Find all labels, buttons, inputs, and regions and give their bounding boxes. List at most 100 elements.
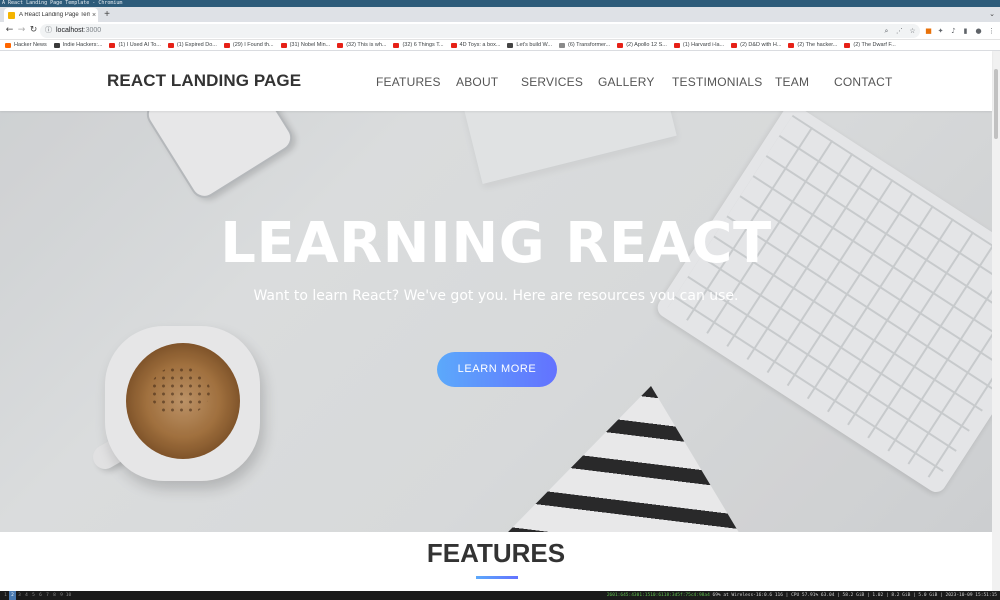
nav-link-features[interactable]: FEATURES	[376, 75, 441, 89]
bookmark-label: Let's build W...	[516, 42, 553, 48]
bookmark-yt-icon	[450, 42, 457, 48]
bookmark-yt-icon	[844, 42, 851, 48]
bookmark-label: (1) I Used AI To...	[118, 42, 161, 48]
bookmark-item[interactable]: (2) The Dwarf F...	[844, 42, 896, 48]
bookmark-item[interactable]: (32) 6 Things T...	[393, 42, 444, 48]
reload-icon[interactable]: ↻	[28, 25, 39, 36]
system-status: 2601:645:4301:1510:6118:3d5f:75c4:98a4 6…	[607, 591, 997, 600]
bookmark-item[interactable]: Indie Hackers:...	[53, 42, 103, 48]
workspace-3[interactable]: 3	[16, 591, 23, 600]
url-host: localhost	[56, 27, 84, 34]
bookmark-label: 4D Toys: a box...	[459, 42, 501, 48]
workspace-10[interactable]: 10	[65, 591, 72, 600]
bookmark-label: (2) The hacker...	[797, 42, 838, 48]
bookmark-label: (32) 6 Things T...	[402, 42, 444, 48]
tab-search-icon[interactable]: ⌄	[988, 10, 996, 18]
hero-section: LEARNING REACT Want to learn React? We'v…	[0, 111, 992, 532]
web-page: REACT LANDING PAGE FEATURES ABOUT SERVIC…	[0, 51, 1000, 591]
bookmark-item[interactable]: (32) This is wh...	[337, 42, 386, 48]
bookmark-gh-icon	[507, 42, 514, 48]
bookmark-label: Indie Hackers:...	[62, 42, 103, 48]
extensions-puzzle-icon[interactable]: ✦	[936, 26, 945, 36]
profile-icon[interactable]: ●	[974, 26, 983, 36]
bookmark-yt-icon	[788, 42, 795, 48]
bookmark-gen-icon	[559, 42, 566, 48]
window-title: A React Landing Page Template - Chromium	[2, 0, 123, 6]
workspace-4[interactable]: 4	[23, 591, 30, 600]
scrollbar-thumb[interactable]	[994, 69, 998, 139]
bookmark-label: (32) This is wh...	[346, 42, 387, 48]
share-icon[interactable]: ⋰	[895, 26, 904, 36]
bookmarks-bar: Hacker News Indie Hackers:... (1) I Used A…	[0, 40, 1000, 51]
bookmark-item[interactable]: (1) I Used AI To...	[109, 42, 161, 48]
workspace-5[interactable]: 5	[30, 591, 37, 600]
bookmark-hn-icon	[5, 42, 11, 48]
nav-link-gallery[interactable]: GALLERY	[598, 75, 655, 89]
bookmark-yt-icon	[109, 42, 116, 48]
workspace-switcher: 1 2 3 4 5 6 7 8 9 10	[2, 591, 72, 600]
page-scrollbar[interactable]	[992, 51, 1000, 591]
bookmark-item[interactable]: (2) D&D with H...	[731, 42, 781, 48]
bookmark-item[interactable]: 4D Toys: a box...	[450, 42, 501, 48]
nav-link-services[interactable]: SERVICES	[521, 75, 583, 89]
bookmark-label: Hacker News	[14, 42, 47, 48]
hero-subtitle: Want to learn React? We've got you. Here…	[253, 288, 739, 304]
bookmark-yt-icon	[167, 42, 174, 48]
bookmark-yt-icon	[731, 42, 738, 48]
browser-toolbar: ← → ↻ ⓘ localhost:3000 ⌕ ⋰ ☆ ■ ✦ ♪ ▮ ● ⋮	[0, 22, 1000, 40]
new-tab-button[interactable]: +	[102, 8, 112, 21]
bookmark-yt-icon	[617, 42, 624, 48]
bookmark-label: (2) D&D with H...	[740, 42, 782, 48]
bookmark-label: (1) Harvard i-la...	[682, 42, 725, 48]
workspace-2[interactable]: 2	[9, 591, 16, 600]
site-info-icon[interactable]: ⓘ	[45, 24, 52, 38]
bookmark-label: (2) Apollo 12 S...	[626, 42, 667, 48]
bookmark-yt-icon	[673, 42, 680, 48]
tab-title: A React Landing Page Tem	[19, 12, 90, 18]
status-ip: 2601:645:4301:1510:6118:3d5f:75c4:98a4	[606, 593, 710, 598]
media-icon[interactable]: ♪	[949, 26, 958, 36]
side-panel-icon[interactable]: ▮	[961, 26, 970, 36]
bookmark-yt-icon	[337, 42, 344, 48]
workspace-7[interactable]: 7	[44, 591, 51, 600]
workspace-6[interactable]: 6	[37, 591, 44, 600]
status-text: 69% at Wireless-16:0.6 116 | CPU 57.91% …	[712, 593, 997, 598]
bookmark-item[interactable]: (29) I Found th...	[223, 42, 274, 48]
bookmark-yt-icon	[393, 42, 400, 48]
nav-link-team[interactable]: TEAM	[775, 75, 809, 89]
url-port: :3000	[83, 27, 102, 34]
zoom-icon[interactable]: ⌕	[882, 26, 891, 36]
bookmark-ih-icon	[53, 42, 60, 48]
bookmark-item[interactable]: (2) The hacker...	[788, 42, 837, 48]
features-underline	[476, 576, 518, 579]
hero-title: LEARNING REACT	[220, 211, 772, 276]
nav-link-testimonials[interactable]: TESTIMONIALS	[672, 75, 762, 89]
bookmark-item[interactable]: (1) Harvard i-la...	[673, 42, 725, 48]
back-icon[interactable]: ←	[4, 25, 15, 36]
workspace-9[interactable]: 9	[58, 591, 65, 600]
learn-more-button[interactable]: LEARN MORE	[437, 352, 557, 387]
nav-link-about[interactable]: ABOUT	[456, 75, 498, 89]
workspace-1[interactable]: 1	[2, 591, 9, 600]
extension-icon[interactable]: ■	[924, 26, 933, 36]
site-navbar: REACT LANDING PAGE FEATURES ABOUT SERVIC…	[0, 51, 992, 111]
bookmark-yt-icon	[223, 42, 230, 48]
hero-overlay	[0, 111, 992, 532]
tab-close-icon[interactable]: ×	[90, 12, 98, 19]
bookmark-item[interactable]: Let's build W...	[507, 42, 552, 48]
bookmark-item[interactable]: (2) Apollo 12 S...	[617, 42, 667, 48]
menu-icon[interactable]: ⋮	[987, 26, 996, 36]
window-title-bar: A React Landing Page Template - Chromium	[0, 0, 1000, 7]
bookmark-item[interactable]: (31) Nobel Min...	[280, 42, 330, 48]
bookmark-label: (2) The Dwarf F...	[853, 42, 896, 48]
os-status-bar: 1 2 3 4 5 6 7 8 9 10 2601:645:4301:1510:6118:3d5f…	[0, 591, 1000, 600]
bookmark-item[interactable]: (6) Transformer...	[559, 42, 610, 48]
address-bar[interactable]: ⓘ localhost:3000	[40, 24, 920, 38]
forward-icon[interactable]: →	[16, 25, 27, 36]
bookmark-star-icon[interactable]: ☆	[908, 26, 917, 36]
browser-tab[interactable]: A React Landing Page Tem ×	[4, 8, 98, 22]
nav-link-contact[interactable]: CONTACT	[834, 75, 893, 89]
bookmark-item[interactable]: Hacker News	[5, 42, 47, 48]
bookmark-item[interactable]: (1) Expired Do...	[167, 42, 217, 48]
workspace-8[interactable]: 8	[51, 591, 58, 600]
